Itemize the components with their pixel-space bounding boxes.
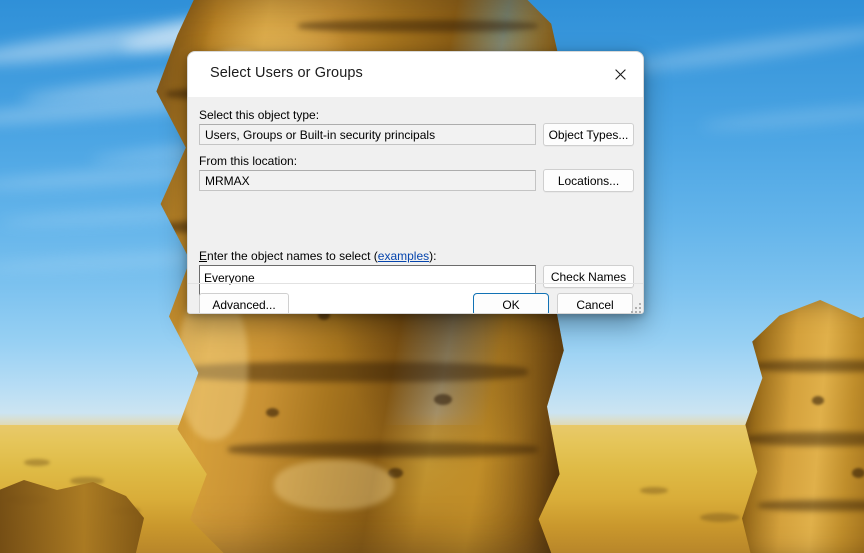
close-icon <box>614 69 626 80</box>
close-button[interactable] <box>597 52 643 97</box>
object-names-label: Enter the object names to select (exampl… <box>199 249 436 263</box>
location-label: From this location: <box>199 154 298 168</box>
object-names-accelerator: E <box>199 249 208 263</box>
ok-button[interactable]: OK <box>473 293 549 313</box>
location-input[interactable]: MRMAX <box>199 170 536 191</box>
object-type-label: Select this object type: <box>199 108 320 122</box>
cloud-streak <box>620 20 864 78</box>
object-types-button[interactable]: Object Types... <box>543 123 634 146</box>
check-names-button[interactable]: Check Names <box>543 265 634 288</box>
locations-button[interactable]: Locations... <box>543 169 634 192</box>
advanced-button[interactable]: Advanced... <box>199 293 289 313</box>
object-type-input[interactable]: Users, Groups or Built-in security princ… <box>199 124 536 145</box>
dialog-title: Select Users or Groups <box>210 65 363 81</box>
rock-pillar-right <box>742 300 864 553</box>
object-names-label-suffix: ): <box>429 249 437 263</box>
desktop-wallpaper: Select Users or Groups Select this objec… <box>0 0 864 553</box>
dialog-body: Select this object type: Users, Groups o… <box>188 97 643 313</box>
cloud-streak <box>699 100 864 134</box>
footer-separator <box>188 283 643 284</box>
dialog-title-bar[interactable]: Select Users or Groups <box>188 52 643 97</box>
resize-grip[interactable] <box>628 300 641 313</box>
object-names-label-text: nter the object names to select ( <box>207 249 378 263</box>
cancel-button[interactable]: Cancel <box>557 293 633 313</box>
select-users-or-groups-dialog: Select Users or Groups Select this objec… <box>187 51 644 314</box>
examples-link[interactable]: examples <box>378 249 429 263</box>
